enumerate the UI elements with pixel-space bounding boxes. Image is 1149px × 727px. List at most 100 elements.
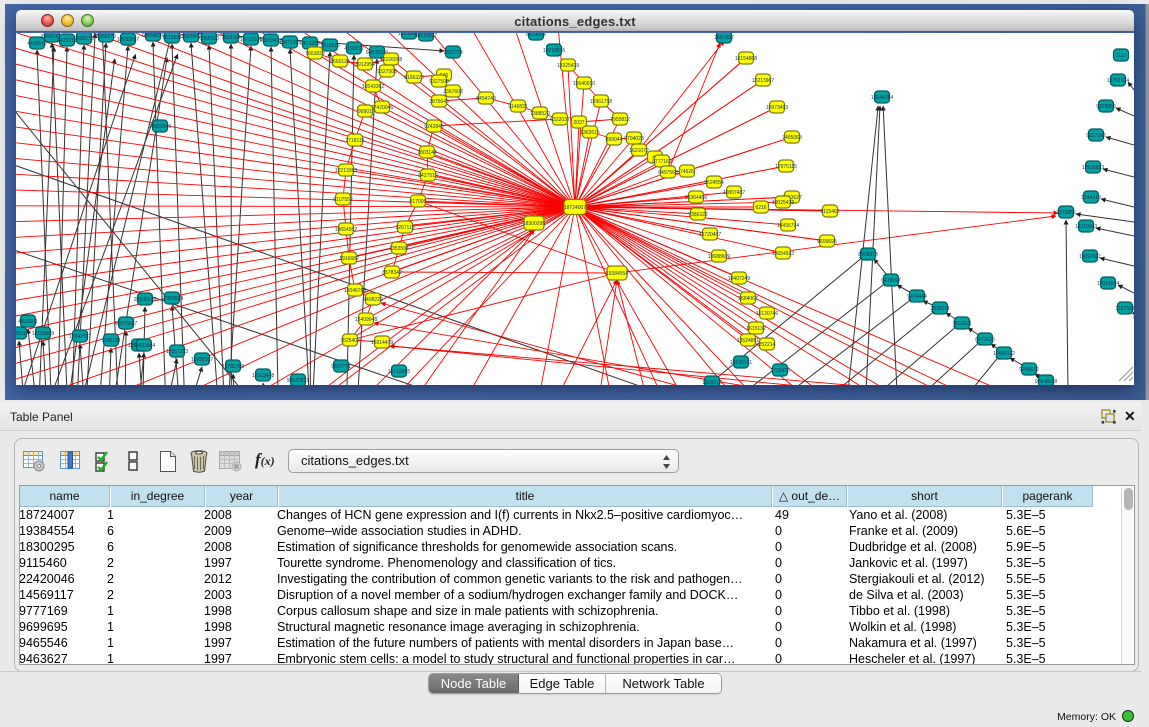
- svg-text:9600133: 9600133: [74, 36, 94, 42]
- svg-text:8578342: 8578342: [382, 270, 402, 276]
- svg-text:1733426: 1733426: [770, 368, 790, 374]
- svg-text:18407249: 18407249: [728, 276, 750, 282]
- svg-text:14495794: 14495794: [777, 223, 799, 229]
- svg-text:1145194: 1145194: [101, 338, 120, 344]
- svg-text:8813054: 8813054: [526, 33, 546, 38]
- svg-text:7803144: 7803144: [417, 150, 437, 156]
- svg-text:252214: 252214: [759, 342, 776, 348]
- svg-text:8938923: 8938923: [858, 252, 878, 258]
- svg-text:16154808: 16154808: [735, 56, 757, 62]
- svg-text:13325419: 13325419: [557, 63, 579, 69]
- svg-text:7485063: 7485063: [782, 135, 802, 141]
- svg-text:9115460: 9115460: [820, 209, 839, 215]
- svg-text:12213967: 12213967: [752, 78, 774, 84]
- svg-text:2687682: 2687682: [714, 35, 734, 41]
- svg-text:6966160: 6966160: [199, 36, 219, 42]
- svg-text:8454749: 8454749: [476, 96, 496, 102]
- svg-text:19654952: 19654952: [335, 227, 357, 233]
- svg-text:20053346: 20053346: [149, 124, 171, 130]
- svg-text:12213363: 12213363: [335, 168, 357, 174]
- svg-text:1353594: 1353594: [389, 246, 409, 252]
- svg-text:9794028: 9794028: [624, 136, 644, 142]
- svg-text:13524851: 13524851: [737, 338, 759, 344]
- svg-text:74626: 74626: [680, 169, 694, 175]
- svg-text:16648784: 16648784: [871, 95, 893, 101]
- svg-text:12156809: 12156809: [32, 331, 54, 337]
- svg-text:12923448: 12923448: [252, 373, 274, 379]
- svg-text:15751074: 15751074: [1107, 78, 1129, 84]
- svg-text:8660124: 8660124: [330, 59, 350, 65]
- svg-text:15409948: 15409948: [355, 317, 377, 323]
- svg-text:96532871: 96532871: [287, 378, 309, 384]
- svg-text:12226058: 12226058: [380, 57, 402, 63]
- svg-text:1388520: 1388520: [530, 111, 550, 117]
- svg-text:6475255: 6475255: [300, 41, 320, 47]
- svg-text:9657771: 9657771: [331, 364, 351, 370]
- svg-text:7663822: 7663822: [305, 51, 325, 57]
- svg-text:18724007: 18724007: [564, 205, 586, 211]
- svg-text:10973493: 10973493: [766, 105, 788, 111]
- svg-text:10653287: 10653287: [117, 37, 139, 43]
- svg-text:4405572: 4405572: [27, 41, 47, 47]
- svg-text:18300295: 18300295: [523, 221, 545, 227]
- svg-text:27420046: 27420046: [371, 105, 393, 111]
- svg-text:1916682: 1916682: [339, 256, 359, 262]
- svg-text:17359924: 17359924: [161, 296, 183, 302]
- svg-text:12938823: 12938823: [1082, 165, 1104, 171]
- svg-text:98901: 98901: [358, 109, 372, 115]
- svg-text:4835001: 4835001: [18, 319, 38, 325]
- svg-text:97848018: 97848018: [1035, 379, 1057, 385]
- svg-text:7386322: 7386322: [688, 212, 708, 218]
- svg-text:1621072: 1621072: [629, 148, 649, 154]
- svg-text:10654112: 10654112: [993, 351, 1015, 357]
- svg-text:19384554: 19384554: [606, 271, 628, 277]
- svg-text:3267110: 3267110: [395, 225, 414, 231]
- svg-text:19218506: 19218506: [543, 48, 565, 54]
- svg-text:16120746: 16120746: [756, 311, 778, 317]
- svg-text:16782759: 16782759: [222, 364, 244, 370]
- svg-text:39151: 39151: [16, 331, 26, 337]
- svg-text:817006: 817006: [410, 199, 427, 205]
- svg-text:8186323: 8186323: [404, 75, 424, 81]
- svg-text:7357274: 7357274: [443, 50, 463, 56]
- svg-text:9777169: 9777169: [652, 159, 672, 165]
- svg-text:1362615: 1362615: [580, 130, 600, 136]
- svg-text:899044: 899044: [606, 137, 623, 143]
- svg-text:7515526: 7515526: [320, 43, 340, 49]
- svg-text:2037: 2037: [573, 120, 584, 126]
- svg-text:6322037: 6322037: [550, 117, 570, 123]
- svg-text:3875645: 3875645: [429, 99, 449, 105]
- svg-text:9107552: 9107552: [333, 197, 353, 203]
- svg-text:1226916: 1226916: [702, 380, 722, 385]
- svg-text:16543362: 16543362: [362, 84, 384, 90]
- svg-text:17016534: 17016534: [1097, 281, 1119, 287]
- svg-text:7632621: 7632621: [952, 321, 972, 327]
- svg-text:6479197: 6479197: [881, 278, 901, 284]
- svg-text:9498222: 9498222: [363, 297, 383, 303]
- svg-text:9327508: 9327508: [377, 69, 397, 75]
- svg-text:12975115: 12975115: [775, 164, 797, 170]
- svg-text:1527602: 1527602: [181, 34, 201, 40]
- svg-text:1615132: 1615132: [746, 326, 766, 332]
- svg-text:90875887: 90875887: [115, 321, 137, 327]
- svg-text:8471626: 8471626: [975, 337, 995, 343]
- svg-text:16914479: 16914479: [371, 340, 393, 346]
- svg-text:9474444: 9474444: [907, 294, 927, 300]
- svg-text:15640910: 15640910: [573, 81, 595, 87]
- svg-text:2935114: 2935114: [930, 306, 949, 312]
- svg-text:1117: 1117: [1116, 53, 1127, 59]
- svg-text:2367608: 2367608: [443, 89, 463, 95]
- svg-text:1167533: 1167533: [1115, 306, 1134, 312]
- svg-text:13654923: 13654923: [772, 251, 794, 257]
- svg-text:8427512: 8427512: [418, 173, 438, 179]
- svg-text:64139537: 64139537: [415, 33, 437, 39]
- svg-text:6497568: 6497568: [658, 170, 678, 176]
- svg-text:16210643: 16210643: [1075, 224, 1097, 230]
- svg-text:9684067: 9684067: [738, 296, 758, 302]
- svg-text:10025438: 10025438: [772, 200, 794, 206]
- svg-text:15716485: 15716485: [388, 369, 410, 375]
- svg-text:9242845: 9242845: [424, 124, 444, 130]
- svg-text:3912954: 3912954: [355, 62, 375, 68]
- svg-text:10688609: 10688609: [708, 254, 730, 260]
- svg-text:16046768: 16046768: [344, 288, 366, 294]
